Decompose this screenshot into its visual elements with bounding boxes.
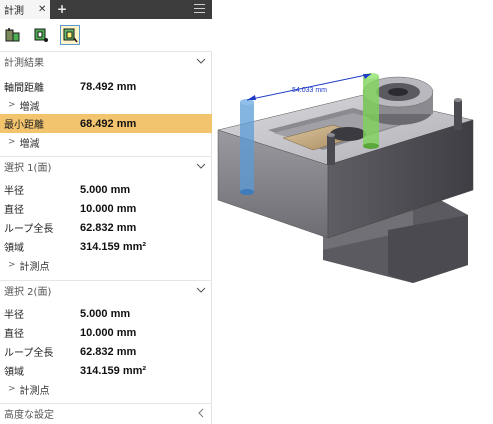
add-tab-icon[interactable]: + (56, 2, 68, 16)
chevron-down-icon[interactable] (196, 56, 206, 66)
sel1-radius-row: 半径 5.000 mm (0, 180, 212, 199)
sel2-area-row: 領域 314.159 mm² (0, 361, 212, 380)
sel2-radius-row: 半径 5.000 mm (0, 304, 212, 323)
sel2-loop-row: ループ全長 62.832 mm (0, 342, 212, 361)
chevron-right-icon: > (8, 100, 16, 110)
sel1-diameter-label: 直径 (4, 205, 24, 216)
sel2-points-label: 計測点 (19, 385, 50, 397)
chevron-down-icon[interactable] (196, 285, 206, 295)
sel2-radius-value: 5.000 mm (80, 307, 131, 320)
measure-panel: 計測 ✕ + 計測結果 軸間距離 78.492 mm > 増減 最小距離 68.… (0, 0, 212, 424)
sel1-radius-label: 半径 (4, 186, 24, 197)
min-distance-label: 最小距離 (4, 120, 44, 131)
close-icon[interactable]: ✕ (38, 4, 46, 15)
section-advanced-title: 高度な設定 (4, 410, 54, 421)
tab-measure-label: 計測 (4, 6, 24, 17)
sel1-points-label: 計測点 (19, 261, 50, 273)
sel1-radius-value: 5.000 mm (80, 183, 131, 196)
sel2-radius-label: 半径 (4, 310, 24, 321)
section-result-title: 計測結果 (4, 58, 44, 69)
section-selection-1[interactable]: 選択 1(面) (0, 156, 212, 176)
component-select-icon (5, 28, 20, 42)
sel2-diameter-label: 直径 (4, 329, 24, 340)
sel2-points-toggle[interactable]: > 計測点 (0, 380, 212, 398)
increment-toggle-1[interactable]: > 増減 (0, 96, 212, 114)
dimension-label: 54.033 mm (292, 87, 327, 94)
section-selection-1-title: 選択 1(面) (4, 163, 52, 174)
section-selection-2[interactable]: 選択 2(面) (0, 280, 212, 300)
sel2-diameter-row: 直径 10.000 mm (0, 323, 212, 342)
select-component-button[interactable] (3, 25, 23, 45)
sel2-diameter-value: 10.000 mm (80, 326, 137, 339)
sel1-area-row: 領域 314.159 mm² (0, 237, 212, 256)
min-distance-value: 68.492 mm (80, 117, 137, 130)
toolbar (0, 19, 212, 51)
sel1-points-toggle[interactable]: > 計測点 (0, 256, 212, 274)
sel1-diameter-value: 10.000 mm (80, 202, 137, 215)
chevron-right-icon: > (8, 384, 16, 394)
selection-2-cylinder[interactable] (363, 73, 379, 149)
sel2-area-value: 314.159 mm² (80, 364, 147, 377)
chevron-down-icon[interactable] (196, 161, 206, 171)
select-face-button[interactable] (60, 25, 80, 45)
selection-1-cylinder[interactable] (240, 99, 254, 195)
increment-label-2: 増減 (19, 138, 40, 150)
sel1-area-value: 314.159 mm² (80, 240, 147, 253)
sel1-diameter-row: 直径 10.000 mm (0, 199, 212, 218)
chevron-right-icon: > (8, 137, 16, 147)
axis-distance-row: 軸間距離 78.492 mm (0, 77, 212, 96)
tab-measure[interactable]: 計測 ✕ (0, 0, 50, 19)
sel2-loop-value: 62.832 mm (80, 345, 137, 358)
axis-distance-label: 軸間距離 (4, 83, 44, 94)
increment-toggle-2[interactable]: > 増減 (0, 133, 212, 151)
section-advanced[interactable]: 高度な設定 (0, 403, 212, 423)
sel1-loop-value: 62.832 mm (80, 221, 137, 234)
axis-distance-value: 78.492 mm (80, 80, 137, 93)
dimension-annotation: 54.033 mm (246, 73, 372, 101)
tab-bar: 計測 ✕ + (0, 0, 212, 19)
chevron-left-icon[interactable] (196, 408, 206, 418)
sel1-loop-label: ループ全長 (4, 224, 54, 235)
increment-label-1: 増減 (19, 101, 40, 113)
part-select-icon (34, 28, 48, 42)
face-select-icon (63, 28, 78, 43)
chevron-right-icon: > (8, 260, 16, 270)
sel2-loop-label: ループ全長 (4, 348, 54, 359)
model-view[interactable]: 54.033 mm (213, 0, 493, 424)
min-distance-row: 最小距離 68.492 mm (0, 114, 212, 133)
section-selection-2-title: 選択 2(面) (4, 287, 52, 298)
select-part-button[interactable] (31, 25, 51, 45)
sel1-loop-row: ループ全長 62.832 mm (0, 218, 212, 237)
menu-icon[interactable] (194, 4, 205, 14)
3d-viewport[interactable]: 54.033 mm (213, 0, 493, 424)
section-result[interactable]: 計測結果 (0, 51, 212, 71)
sel2-area-label: 領域 (4, 367, 24, 378)
sel1-area-label: 領域 (4, 243, 24, 254)
